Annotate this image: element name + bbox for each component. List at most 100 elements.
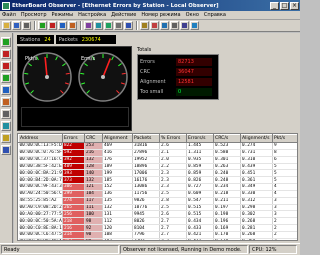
counts-bar: Stations 24 Packets 230674 — [17, 35, 118, 44]
table-cell: 108 — [102, 231, 133, 239]
table-row[interactable]: 00:00:0C:C6:47:5A 214 90 108 7796 2.7 0.421 0.1… — [18, 231, 297, 239]
table-row[interactable]: 00:00:0C:9F:43:32 306 121 152 13086 2.3 0.727 0… — [18, 183, 297, 191]
table-row[interactable]: 48:55:25:85:A2 274 117 135 9826 2.8 0.547 0.211… — [18, 197, 297, 205]
table-row[interactable]: 00:A0:C9:08:2D:27 265 111 132 10776 2.5 0.515 0… — [18, 204, 297, 212]
table-cell: 265 — [62, 204, 85, 212]
menu-mode-number[interactable]: Номер режима — [141, 12, 180, 18]
table-cell: 00:00:0C:37:16:CF — [18, 156, 63, 164]
column-header[interactable]: Packets — [132, 134, 160, 143]
table-row[interactable]: 00:00:0C:50:5A:A1 218 98 112 8026 2.7 0.434 0.1… — [18, 217, 297, 226]
table-cell: 185 — [102, 176, 133, 185]
table-row[interactable]: 00:A0:00:27:77:5A 256 100 131 9945 2.6 0.515 0.… — [18, 210, 297, 219]
zoom-button[interactable] — [94, 21, 103, 30]
table-cell: 2.3 — [159, 176, 187, 185]
refresh-button[interactable] — [104, 21, 113, 30]
table-row[interactable]: 00:00:C0:8E:8A:11 216 92 120 8104 2.7 0.433 0.1… — [18, 224, 297, 232]
table-cell: 9945 — [132, 210, 160, 219]
save-button[interactable] — [12, 21, 21, 30]
packets-label: Packets — [58, 36, 78, 43]
table-row[interactable]: 00:00:20:B8:48:A12038810773922.70.4110.1… — [18, 238, 297, 240]
table-row[interactable]: 00:00:0C:37:16:CF 392 132 176 19952 2.0 0.935 0… — [18, 156, 297, 164]
maximize-button[interactable]: □ — [280, 1, 289, 10]
menu-file[interactable]: Файл — [2, 12, 16, 18]
table-cell: 8026 — [132, 217, 160, 226]
table-cell: 17006 — [132, 169, 160, 178]
left-chart-button[interactable] — [1, 97, 11, 107]
play-icon — [3, 39, 9, 45]
table-row[interactable]: 00:A0:24:50:56:C0 299 104 136 11756 2.5 0.609 0… — [18, 190, 297, 198]
settings-button[interactable] — [114, 21, 123, 30]
print-button[interactable] — [22, 21, 31, 30]
table-cell: 4 — [272, 183, 297, 191]
menu-modes[interactable]: Режимы — [52, 12, 74, 18]
table-cell: 0.281 — [240, 224, 273, 232]
column-header[interactable]: Alignment — [102, 134, 133, 143]
column-header[interactable]: Alignment/s — [240, 134, 273, 143]
column-header[interactable]: Address — [18, 134, 63, 143]
table-cell: 2.3 — [159, 169, 187, 178]
gear-button[interactable] — [170, 21, 179, 30]
left-alarm-button[interactable] — [1, 133, 11, 143]
pause-button[interactable] — [58, 21, 67, 30]
left-log-button[interactable] — [1, 109, 11, 119]
folder-button[interactable] — [2, 21, 11, 30]
table-cell: 0.268 — [240, 231, 273, 239]
help-button[interactable] — [124, 21, 133, 30]
table-row[interactable]: 00:00:38:5F:42:E1 409 128 189 18896 2.2 0.859 0… — [18, 163, 297, 171]
table-icon — [142, 23, 147, 28]
left-play-button[interactable] — [1, 37, 11, 47]
menu-view[interactable]: Просмотр — [21, 12, 47, 18]
table-cell: 4 — [272, 190, 297, 198]
left-record-button[interactable] — [1, 61, 11, 71]
table-cell: 2.8 — [159, 197, 187, 205]
close-button[interactable]: × — [290, 1, 299, 10]
menu-action[interactable]: Действие — [111, 12, 136, 18]
table-row[interactable]: 00:00:0C:BA:21:91 393 140 199 17006 2.3 0.859 0… — [18, 169, 297, 178]
table-cell: 189 — [102, 163, 133, 171]
stop-button[interactable] — [48, 21, 57, 30]
chart-button[interactable] — [68, 21, 77, 30]
table-cell: 256 — [62, 210, 85, 219]
table-cell: 104 — [84, 190, 103, 198]
graph-button[interactable] — [150, 21, 159, 30]
table-cell: 0.301 — [213, 156, 241, 164]
export-button[interactable] — [160, 21, 169, 30]
left-check-button[interactable] — [1, 73, 11, 83]
totals-row-alignment: Alignment 12581 — [140, 77, 216, 87]
table-cell: 0.310 — [240, 156, 273, 164]
table-row[interactable]: 00:00:0C:0:76:5F 592 216 416 27896 2.1 1.311 0.… — [18, 149, 297, 157]
left-stop-button[interactable] — [1, 49, 11, 59]
menu-help[interactable]: Справка — [204, 12, 226, 18]
net-icon — [3, 123, 9, 129]
table-cell: 3 — [272, 210, 297, 219]
filter-button[interactable] — [84, 21, 93, 30]
menu-settings[interactable]: Настройка — [78, 12, 106, 18]
table-cell: 0.515 — [186, 204, 214, 212]
table-row[interactable]: 00:00:0C:13:F5:DE 822 253 469 31816 2.6 1.445 0… — [18, 142, 297, 150]
list-button[interactable] — [180, 21, 189, 30]
column-header[interactable]: Pkt/s — [272, 134, 297, 143]
info-button[interactable] — [190, 21, 199, 30]
minimize-button[interactable]: _ — [270, 1, 279, 10]
table-row[interactable]: 00:00:B4:2D:0A:79 373 132 185 16176 2.3 0.826 0… — [18, 176, 297, 185]
left-filter-button[interactable] — [1, 85, 11, 95]
table-button[interactable] — [140, 21, 149, 30]
gauge-hub — [101, 75, 105, 79]
column-header[interactable]: CRC/s — [213, 134, 241, 143]
column-header[interactable]: Errors/s — [186, 134, 214, 143]
column-header[interactable]: CRC — [84, 134, 103, 143]
table-cell: 0.312 — [240, 197, 273, 205]
left-help-button[interactable] — [1, 145, 11, 155]
column-header[interactable]: Errors — [62, 134, 85, 143]
stations-table[interactable]: Address Errors CRC Alignment Packets% Errors… — [17, 133, 298, 241]
column-header[interactable]: % Errors — [159, 134, 187, 143]
play-button[interactable] — [38, 21, 47, 30]
table-cell: 0.198 — [213, 210, 241, 219]
totals-panel: Totals Errors 82713 CRC 36047 Alignment … — [135, 46, 298, 131]
graph-icon — [152, 23, 157, 28]
main-panel: Stations 24 Packets 230674 Pkt/s Errs/s … — [14, 33, 300, 243]
table-cell: 0.349 — [240, 183, 273, 191]
menu-window[interactable]: Окно — [186, 12, 199, 18]
info-icon — [192, 23, 197, 28]
left-net-button[interactable] — [1, 121, 11, 131]
